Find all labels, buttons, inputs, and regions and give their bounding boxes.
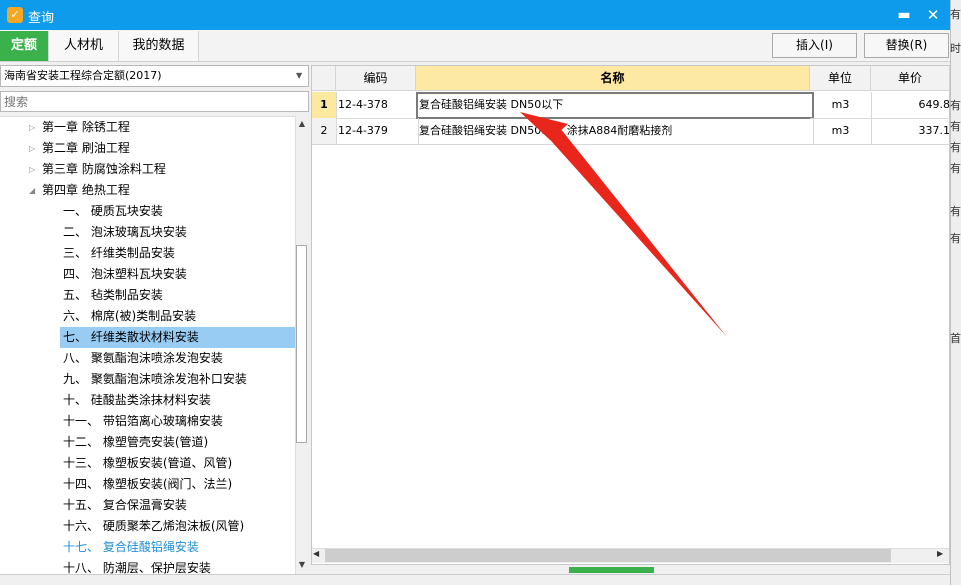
edge-fragment: 有 — [950, 99, 961, 112]
grid-scroll-thumb[interactable] — [325, 549, 891, 562]
edge-fragment: 时 — [950, 42, 961, 55]
panel-resize-grip[interactable] — [569, 567, 654, 573]
status-bar — [0, 574, 950, 585]
edge-fragment: 有 — [950, 141, 961, 154]
edge-fragment: 首 — [950, 332, 961, 345]
annotation-arrow — [520, 112, 727, 337]
edge-fragment: 有 — [950, 8, 961, 21]
edge-fragment: 有 — [950, 120, 961, 133]
scroll-right-icon[interactable]: ▶ — [937, 549, 943, 558]
annotation-arrow-shaft — [544, 128, 727, 337]
edge-fragment: 有 — [950, 205, 961, 218]
background-window-edge — [950, 0, 961, 585]
scroll-left-icon[interactable]: ◀ — [313, 549, 319, 558]
edge-fragment: 有 — [950, 232, 961, 245]
edge-fragment: 有 — [950, 162, 961, 175]
